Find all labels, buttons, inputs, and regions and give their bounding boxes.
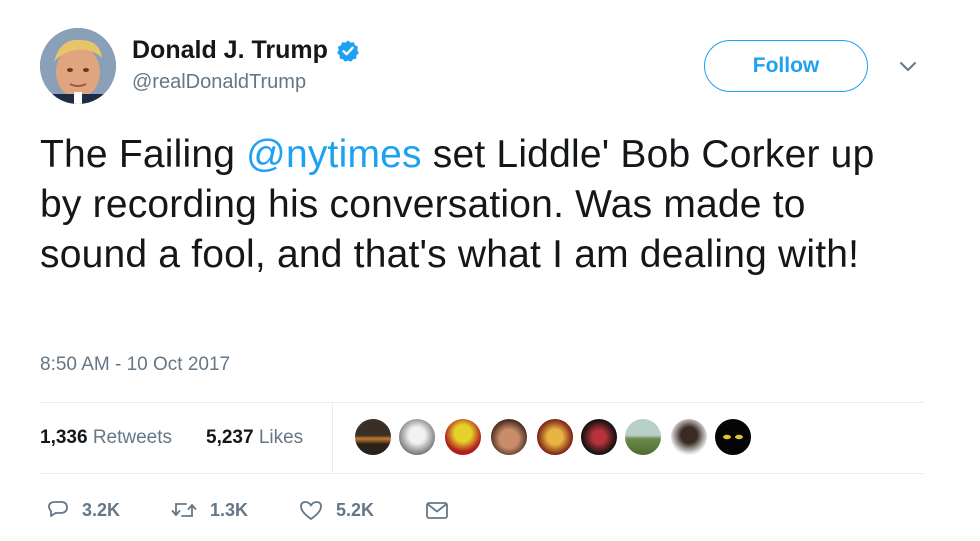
- liker-avatar[interactable]: [670, 418, 708, 456]
- reply-count: 3.2K: [82, 499, 121, 520]
- retweets-count: 1,336: [40, 427, 88, 448]
- retweet-count: 1.3K: [210, 499, 249, 520]
- divider-bottom: [40, 473, 924, 474]
- tweet-header: Donald J. Trump @realDonaldTrump Follow: [40, 28, 940, 108]
- likes-stat[interactable]: 5,237 Likes: [206, 427, 303, 449]
- like-button[interactable]: 5.2K: [298, 498, 374, 522]
- divider-top: [40, 402, 924, 403]
- liker-avatar[interactable]: [536, 418, 574, 456]
- mention-link[interactable]: @nytimes: [246, 133, 422, 176]
- tweet-timestamp[interactable]: 8:50 AM - 10 Oct 2017: [40, 354, 230, 376]
- cat-eyes-icon: [723, 434, 743, 440]
- verified-badge-icon: [337, 40, 359, 62]
- liker-avatar[interactable]: [624, 418, 662, 456]
- liker-avatar[interactable]: [490, 418, 528, 456]
- tweet-actions: 3.2K 1.3K 5.2K: [40, 496, 540, 532]
- retweets-stat[interactable]: 1,336 Retweets: [40, 427, 172, 449]
- display-name-row[interactable]: Donald J. Trump: [132, 36, 360, 65]
- chevron-down-icon[interactable]: [898, 56, 918, 76]
- likes-label: Likes: [258, 427, 304, 448]
- like-count: 5.2K: [336, 499, 375, 520]
- user-name-block: Donald J. Trump @realDonaldTrump: [132, 36, 360, 94]
- stats-separator: [332, 404, 333, 472]
- liker-avatar[interactable]: [398, 418, 436, 456]
- liker-avatar[interactable]: [714, 418, 752, 456]
- user-handle[interactable]: @realDonaldTrump: [132, 71, 360, 94]
- message-button[interactable]: [424, 498, 450, 522]
- avatar-portrait: [40, 28, 116, 104]
- likes-count: 5,237: [206, 427, 254, 448]
- follow-button[interactable]: Follow: [704, 40, 868, 92]
- engagement-stats: 1,336 Retweets 5,237 Likes: [40, 404, 924, 472]
- liker-avatar[interactable]: [444, 418, 482, 456]
- user-avatar[interactable]: [40, 28, 116, 104]
- reply-icon: [48, 501, 68, 517]
- envelope-icon: [426, 502, 448, 519]
- liker-avatar[interactable]: [580, 418, 618, 456]
- retweet-icon: [171, 503, 197, 517]
- tweet-text-part-1: The Failing: [40, 133, 247, 176]
- retweet-button[interactable]: 1.3K: [170, 498, 248, 522]
- tweet-text: The Failing @nytimes set Liddle' Bob Cor…: [40, 130, 920, 280]
- retweets-label: Retweets: [92, 427, 173, 448]
- heart-icon: [300, 501, 322, 520]
- display-name[interactable]: Donald J. Trump: [132, 36, 328, 65]
- liker-avatar[interactable]: [354, 418, 392, 456]
- reply-button[interactable]: 3.2K: [46, 498, 120, 522]
